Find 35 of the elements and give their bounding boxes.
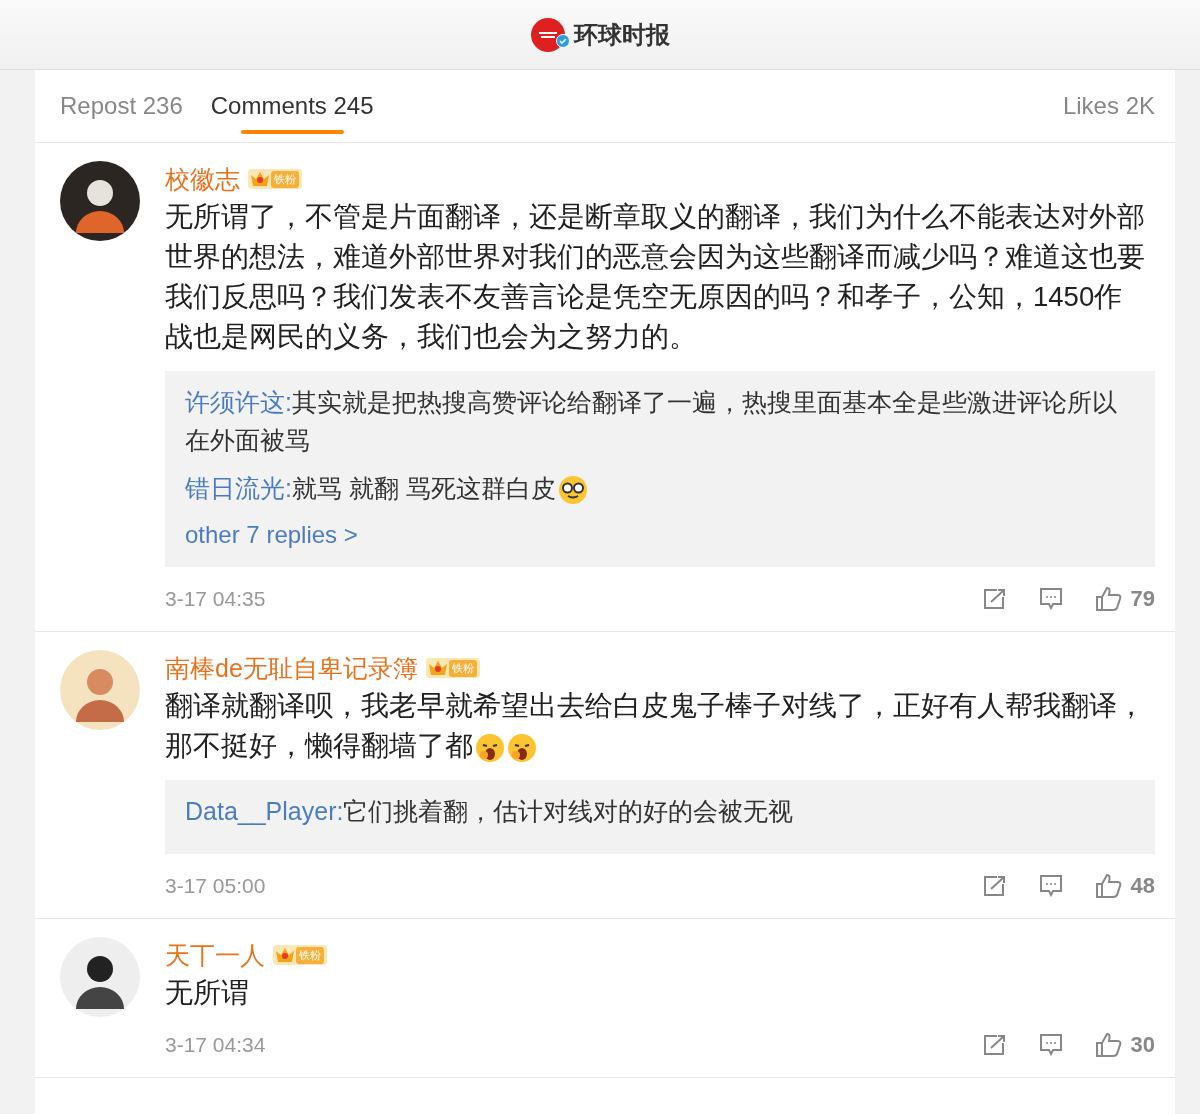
user-name[interactable]: 校徽志 [165,162,240,196]
fan-badge: 铁粉 [273,945,327,965]
user-name[interactable]: 南棒de无耻自卑记录簿 [165,651,418,685]
tab[interactable]: Comments 245 [210,80,374,132]
user-name[interactable]: 天丅一人 [165,938,265,972]
comment-text: 无所谓了，不管是片面翻译，还是断章取义的翻译，我们为什么不能表达对外部世界的想法，难道外部世界对我们的恶意会因为这些翻译而减少吗？难道这也要我们反思吗？我们发表不友善言论是凭空无原因的吗？和孝子，公知，1450作战也是网民的义务，我们也会为之努力的。 [165,200,1146,354]
yawning-face-icon [475,732,505,763]
reply-text: Data__Player:它们挑着翻，估计对线对的好的会被无视 [185,796,795,827]
comment-text: 翻译就翻译呗，我老早就希望出去给白皮鬼子棒子对线了，正好有人帮我翻译，那不挺好，懒得翻墙了都 [165,689,1146,765]
avatar-icon[interactable] [60,937,140,1017]
nerd-face-icon [557,475,588,506]
tab[interactable]: Repost 236 [60,80,183,132]
fan-badge: 铁粉 [425,658,480,678]
fan-badge: 铁粉 [248,169,302,189]
like-button[interactable]: 79 [1094,586,1155,612]
more-replies-link[interactable]: other 7 replies > [185,517,1135,553]
reply-text: 许须许这:其实就是把热搜高赞评论给翻译了一遍，热搜里面基本全是些激进评论所以在外面被骂 [185,387,1118,456]
share-icon[interactable] [982,875,1007,897]
avatar-icon[interactable] [60,161,140,241]
comment-icon[interactable] [1038,1033,1063,1057]
comment-time: 3-17 05:00 [165,874,266,898]
like-button[interactable]: 48 [1094,873,1155,899]
comment-time: 3-17 04:34 [165,1033,266,1057]
account-name: 环球时报 [574,19,670,50]
tab[interactable]: Likes 2K [1062,80,1155,132]
logo-icon [530,16,566,53]
comment-time: 3-17 04:35 [165,587,266,611]
reply-text: 错日流光:就骂 就翻 骂死这群白皮 [185,469,1135,507]
like-button[interactable]: 30 [1094,1032,1155,1058]
comment-text: 无所谓 [165,976,250,1010]
comment-icon[interactable] [1038,587,1063,611]
share-icon[interactable] [982,588,1007,610]
share-icon[interactable] [982,1034,1007,1056]
comment-icon[interactable] [1038,874,1063,898]
yawning-face-icon [507,732,537,763]
